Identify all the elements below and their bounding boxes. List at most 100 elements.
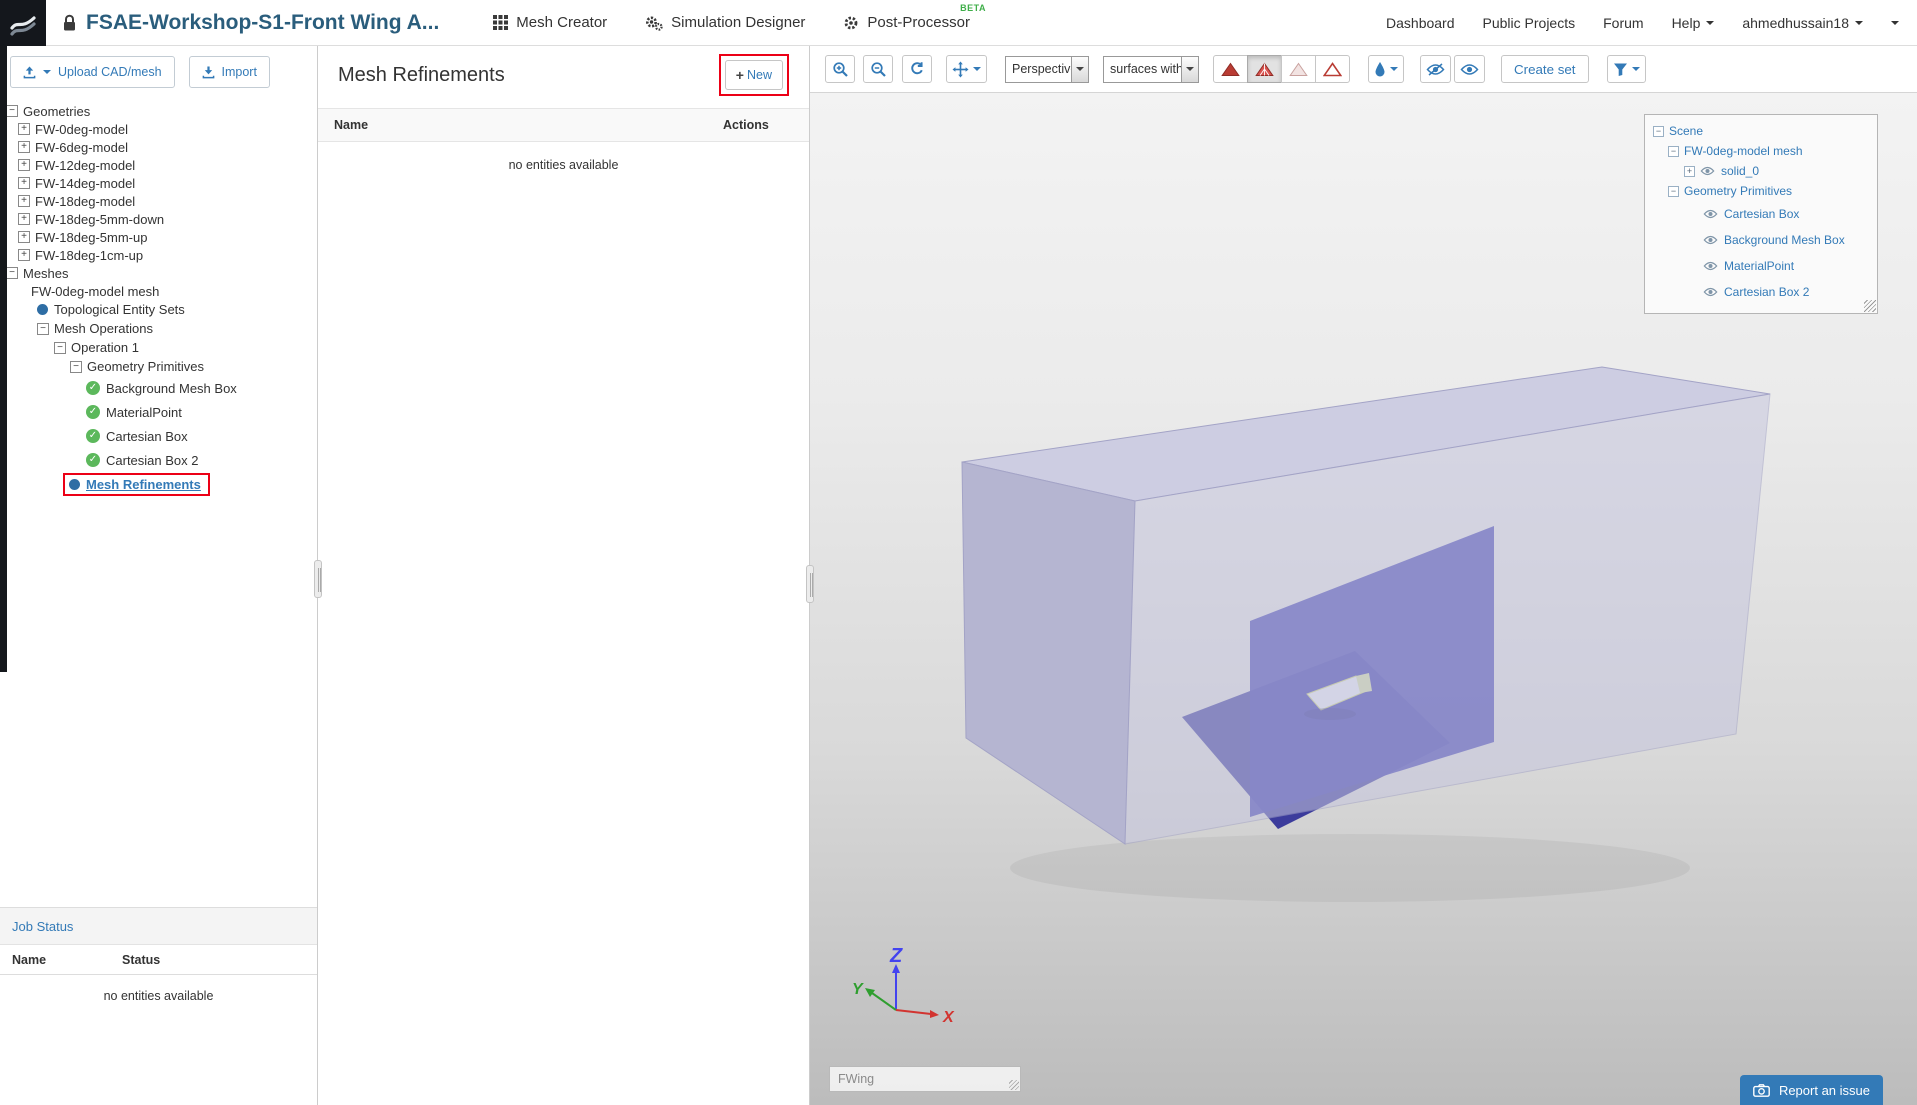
show-entities-button[interactable] [1454,55,1485,83]
visibility-eye-icon[interactable] [1700,166,1715,176]
expand-icon[interactable] [18,195,30,207]
input-resize-handle[interactable] [1009,1080,1019,1090]
create-set-button[interactable]: Create set [1501,55,1589,83]
render-surfaces-button[interactable] [1213,55,1248,83]
zoom-out-button[interactable] [863,55,893,83]
overlay-resize-handle[interactable] [1864,300,1876,312]
tree-item-materialpoint[interactable]: MaterialPoint [0,400,317,424]
hide-entities-button[interactable] [1420,55,1451,83]
tab-post-processor[interactable]: Post-Processor BETA [843,3,985,31]
mesh-shadow [1010,834,1690,902]
scene-tree-item-cartesian-box-2[interactable]: Cartesian Box 2 [1645,279,1877,305]
tree-item-fw-18deg-5mm-up[interactable]: FW-18deg-5mm-up [0,228,317,246]
tree-item-fw-18deg-model[interactable]: FW-18deg-model [0,192,317,210]
projection-select[interactable]: Perspective [1005,55,1089,83]
scene-tree-item-cartesian-box[interactable]: Cartesian Box [1645,201,1877,227]
new-button-label: New [746,68,772,82]
tree-item-fw-0deg-model-mesh[interactable]: FW-0deg-model mesh [0,282,317,300]
tab-mesh-creator[interactable]: Mesh Creator [493,14,607,31]
expand-icon[interactable] [18,123,30,135]
expand-icon[interactable] [18,249,30,261]
visibility-eye-icon[interactable] [1703,235,1718,245]
render-mode-select[interactable]: surfaces with w [1103,55,1199,83]
new-refinement-button[interactable]: New [724,60,783,90]
tree-item-meshes[interactable]: Meshes [0,264,317,282]
expand-icon[interactable] [18,231,30,243]
report-issue-button[interactable]: Report an issue [1739,1075,1883,1105]
collapse-icon[interactable] [70,360,82,373]
chevron-down-icon [43,70,51,74]
tree-item-fw-12deg-model[interactable]: FW-12deg-model [0,156,317,174]
navbar-collapse-caret[interactable] [1891,20,1899,25]
expand-icon[interactable] [18,177,30,189]
scene-tree-item-solid-0[interactable]: solid_0 [1645,161,1877,181]
collapse-icon[interactable] [37,322,49,335]
color-by-button[interactable] [1368,55,1404,83]
expand-icon[interactable] [18,159,30,171]
scene-tree-item-fw-0deg-model-mesh[interactable]: FW-0deg-model mesh [1645,141,1877,161]
nav-link-public-projects[interactable]: Public Projects [1483,15,1576,31]
tree-item-topological-entity-sets[interactable]: Topological Entity Sets [0,300,317,319]
success-check-icon [86,405,100,419]
tree-item-fw-6deg-model[interactable]: FW-6deg-model [0,138,317,156]
success-check-icon [86,381,100,395]
nav-link-dashboard[interactable]: Dashboard [1386,15,1455,31]
visibility-eye-icon[interactable] [1703,209,1718,219]
panel-header: Mesh Refinements New [318,46,809,104]
zoom-in-button[interactable] [825,55,855,83]
filter-button[interactable] [1606,55,1646,83]
tree-item-mesh-operations[interactable]: Mesh Operations [0,319,317,338]
tree-item-fw-14deg-model[interactable]: FW-14deg-model [0,174,317,192]
upload-cad-mesh-button[interactable]: Upload CAD/mesh [10,56,175,88]
collapse-icon[interactable] [1668,185,1679,197]
collapse-icon[interactable] [1653,125,1664,137]
scene-tree-item-geometry-primitives[interactable]: Geometry Primitives [1645,181,1877,201]
nav-link-forum[interactable]: Forum [1603,15,1643,31]
app-logo[interactable] [0,0,46,46]
tree-item-geometry-primitives[interactable]: Geometry Primitives [0,357,317,376]
import-button[interactable]: Import [188,56,270,88]
scene-tree-item-background-mesh-box[interactable]: Background Mesh Box [1645,227,1877,253]
tree-item-operation-1[interactable]: Operation 1 [0,338,317,357]
render-surfaces-wireframe-button[interactable] [1247,55,1282,83]
camera-icon [1753,1083,1770,1097]
expand-icon[interactable] [1684,165,1695,177]
tree-item-mesh-refinements[interactable]: Mesh Refinements [0,472,317,496]
tree-item-background-mesh-box[interactable]: Background Mesh Box [0,376,317,400]
collapse-icon[interactable] [1668,145,1679,157]
tree-item-geometries[interactable]: Geometries [0,102,317,120]
eye-slash-icon [1426,62,1445,76]
collapse-icon[interactable] [6,267,18,279]
panel-collapse-handle[interactable] [806,565,814,603]
tree-item-cartesian-box[interactable]: Cartesian Box [0,424,317,448]
set-name-input[interactable] [829,1066,1021,1092]
gear-icon [845,16,858,29]
grid-icon [493,15,509,30]
collapse-icon[interactable] [54,341,66,354]
tab-simulation-designer[interactable]: Simulation Designer [645,14,805,31]
collapse-icon[interactable] [6,105,18,117]
magnifier-plus-icon [832,61,848,77]
visibility-eye-icon[interactable] [1703,261,1718,271]
expand-icon[interactable] [18,141,30,153]
visibility-eye-icon[interactable] [1703,287,1718,297]
chevron-down-icon [1390,67,1398,71]
viewport-toolbar: Perspective surfaces with w [810,46,1917,93]
tree-item-fw-0deg-model[interactable]: FW-0deg-model [0,120,317,138]
expand-icon[interactable] [18,213,30,225]
render-wireframe-button[interactable] [1281,55,1316,83]
refinements-empty-text: no entities available [508,158,619,172]
scene-tree-item-scene[interactable]: Scene [1645,121,1877,141]
tree-item-fw-18deg-5mm-down[interactable]: FW-18deg-5mm-down [0,210,317,228]
nav-menu-user[interactable]: ahmedhussain18 [1742,15,1863,31]
render-outline-button[interactable] [1315,55,1350,83]
nav-menu-help[interactable]: Help [1672,15,1715,31]
tree-item-fw-18deg-1cm-up[interactable]: FW-18deg-1cm-up [0,246,317,264]
scene-tree-item-materialpoint[interactable]: MaterialPoint [1645,253,1877,279]
3d-viewport-canvas[interactable]: Scene FW-0deg-model mesh solid_0 Geometr… [810,93,1917,1105]
axis-orientation-triad[interactable]: Z Y X [846,948,966,1068]
refresh-view-button[interactable] [902,55,932,83]
tree-item-cartesian-box-2[interactable]: Cartesian Box 2 [0,448,317,472]
move-tool-button[interactable] [946,55,987,83]
sidebar-collapse-handle[interactable] [314,560,322,598]
